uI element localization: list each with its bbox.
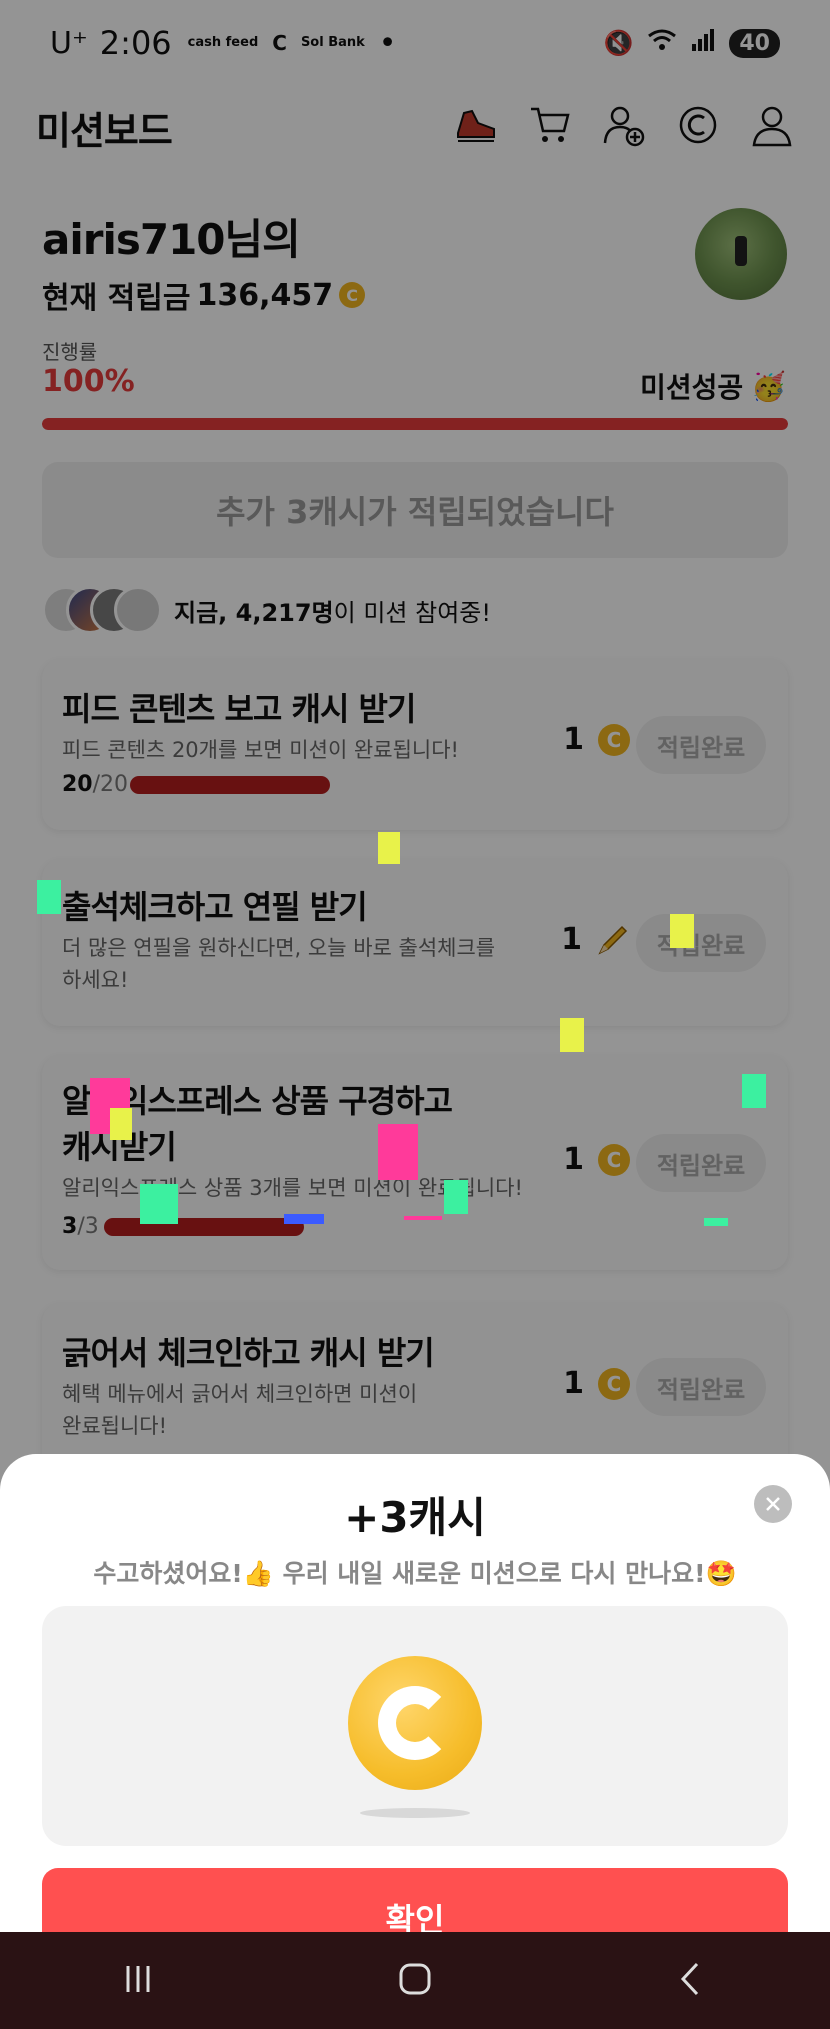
system-nav-bar: [0, 1932, 830, 2029]
back-icon[interactable]: [667, 1954, 717, 2008]
mission-board-screen: U⁺ 2:06 cash feed C Sol Bank • 🔇 40 미션보드: [0, 0, 830, 2029]
confetti-piece: [670, 914, 694, 948]
reward-title: +3캐시: [344, 1493, 486, 1542]
confetti-piece: [110, 1108, 132, 1140]
confetti-piece: [444, 1180, 468, 1214]
reward-subtitle: 수고하셨어요!👍 우리 내일 새로운 미션으로 다시 만나요!🤩: [93, 1559, 737, 1588]
coin-icon: [348, 1656, 482, 1790]
confetti-piece: [284, 1214, 324, 1224]
coin-shadow: [360, 1808, 470, 1818]
confetti-piece: [37, 880, 61, 914]
home-icon[interactable]: [390, 1954, 440, 2008]
confetti-piece: [704, 1218, 728, 1226]
confetti-piece: [742, 1074, 766, 1108]
confetti-piece: [140, 1184, 178, 1224]
reward-illustration: [42, 1606, 788, 1846]
confetti-piece: [378, 1124, 418, 1180]
confetti-piece: [404, 1216, 442, 1220]
recent-apps-icon[interactable]: [113, 1954, 163, 2008]
confetti-piece: [378, 832, 400, 864]
confetti-piece: [560, 1018, 584, 1052]
